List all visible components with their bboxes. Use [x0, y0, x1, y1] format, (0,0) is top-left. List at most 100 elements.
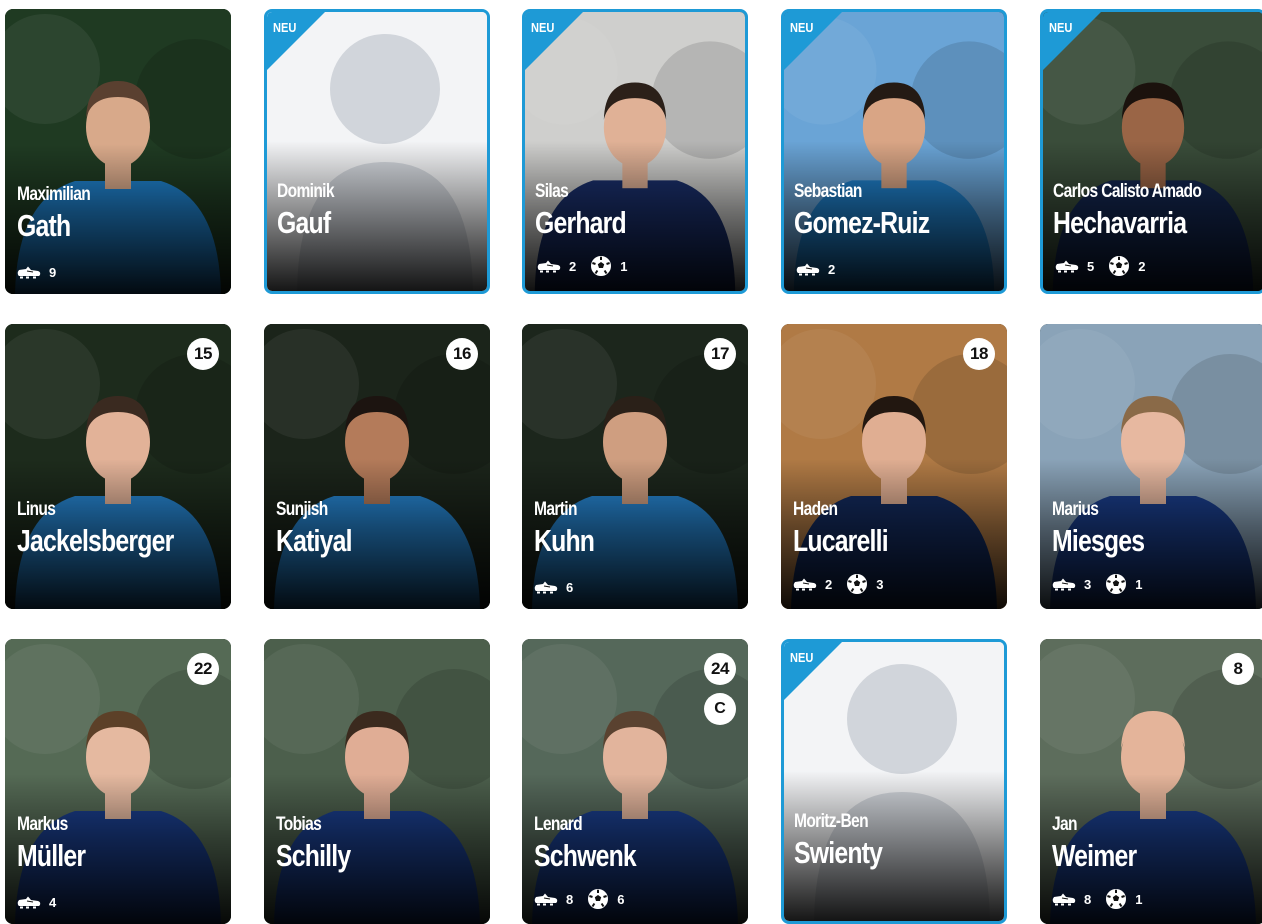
player-last-name: Gerhard: [535, 205, 627, 240]
appearances-stat: 3: [1052, 577, 1091, 592]
jersey-number-badge: 24: [704, 653, 736, 685]
football-boot-icon: [793, 578, 817, 591]
player-card[interactable]: NEU Dominik Gauf: [264, 9, 490, 294]
goals-count: 2: [1138, 258, 1146, 274]
appearances-count: 2: [825, 576, 833, 592]
new-badge-label: NEU: [273, 20, 297, 35]
player-card[interactable]: Maximilian Gath 9: [5, 9, 231, 294]
football-boot-icon: [796, 263, 820, 276]
football-boot-icon: [534, 893, 558, 906]
player-first-name: Dominik: [277, 181, 335, 202]
player-first-name: Sunjish: [276, 499, 328, 520]
player-first-name: Marius: [1052, 499, 1099, 520]
goals-count: 6: [617, 891, 625, 907]
player-card[interactable]: 22 Markus Müller 4: [5, 639, 231, 924]
jersey-number-badge: 8: [1222, 653, 1254, 685]
player-first-name: Martin: [534, 499, 577, 520]
football-boot-icon: [1052, 578, 1076, 591]
appearances-stat: 4: [17, 895, 56, 910]
player-card[interactable]: 24 C Lenard Schwenk 8 6: [522, 639, 748, 924]
captain-badge: C: [704, 693, 736, 725]
player-stats: 23: [793, 573, 897, 595]
player-last-name: Müller: [17, 838, 86, 873]
jersey-number-badge: 16: [446, 338, 478, 370]
goals-stat: 1: [590, 255, 627, 277]
player-first-name: Moritz-Ben: [794, 811, 869, 832]
player-first-name: Carlos Calisto Amado: [1053, 181, 1202, 202]
football-icon: [1105, 888, 1127, 910]
goals-stat: 1: [1105, 888, 1142, 910]
player-last-name: Gauf: [277, 205, 331, 240]
player-last-name: Swienty: [794, 835, 883, 870]
player-last-name: Jackelsberger: [17, 523, 174, 558]
appearances-count: 3: [1084, 576, 1092, 592]
player-stats: 4: [17, 895, 70, 910]
player-last-name: Schwenk: [534, 838, 637, 873]
player-last-name: Gomez-Ruiz: [794, 205, 930, 240]
jersey-number-badge: 18: [963, 338, 995, 370]
player-first-name: Haden: [793, 499, 838, 520]
appearances-stat: 2: [537, 259, 576, 274]
player-card[interactable]: 16 Sunjish Katiyal: [264, 324, 490, 609]
football-boot-icon: [537, 260, 561, 273]
goals-stat: 3: [846, 573, 883, 595]
player-first-name: Jan: [1052, 814, 1078, 835]
player-card[interactable]: 17 Martin Kuhn 6: [522, 324, 748, 609]
new-badge-label: NEU: [531, 20, 555, 35]
appearances-count: 8: [566, 891, 574, 907]
player-last-name: Miesges: [1052, 523, 1145, 558]
player-last-name: Lucarelli: [793, 523, 889, 558]
player-last-name: Hechavarria: [1053, 205, 1187, 240]
goals-count: 3: [876, 576, 884, 592]
player-last-name: Katiyal: [276, 523, 353, 558]
appearances-stat: 8: [1052, 892, 1091, 907]
appearances-count: 6: [566, 580, 574, 595]
player-card[interactable]: 8 Jan Weimer 8 1: [1040, 639, 1262, 924]
player-first-name: Maximilian: [17, 184, 91, 205]
appearances-stat: 8: [534, 892, 573, 907]
player-card[interactable]: 15 Linus Jackelsberger: [5, 324, 231, 609]
new-badge-label: NEU: [790, 650, 814, 665]
player-stats: 31: [1052, 573, 1156, 595]
football-icon: [590, 255, 612, 277]
football-icon: [846, 573, 868, 595]
football-icon: [1108, 255, 1130, 277]
football-boot-icon: [17, 266, 41, 279]
new-badge-label: NEU: [790, 20, 814, 35]
appearances-stat: 5: [1055, 259, 1094, 274]
appearances-count: 8: [1084, 891, 1092, 907]
player-card[interactable]: NEU Sebastian Gomez-Ruiz 2: [781, 9, 1007, 294]
jersey-number-badge: 22: [187, 653, 219, 685]
player-card[interactable]: 18 Haden Lucarelli 2 3: [781, 324, 1007, 609]
player-last-name: Weimer: [1052, 838, 1137, 873]
player-stats: 21: [537, 255, 641, 277]
goals-stat: 6: [587, 888, 624, 910]
player-first-name: Lenard: [534, 814, 583, 835]
player-card[interactable]: NEU Moritz-Ben Swienty: [781, 639, 1007, 924]
football-icon: [1105, 573, 1127, 595]
player-first-name: Sebastian: [794, 181, 862, 202]
jersey-number-badge: 15: [187, 338, 219, 370]
player-card[interactable]: NEU Silas Gerhard 2 1: [522, 9, 748, 294]
player-first-name: Markus: [17, 814, 68, 835]
player-stats: 52: [1055, 255, 1159, 277]
player-first-name: Tobias: [276, 814, 322, 835]
player-card[interactable]: Marius Miesges 3 1: [1040, 324, 1262, 609]
player-stats: 6: [534, 580, 587, 595]
appearances-count: 2: [569, 258, 577, 274]
player-last-name: Gath: [17, 208, 71, 243]
jersey-number-badge: 17: [704, 338, 736, 370]
player-stats: 9: [17, 265, 70, 280]
player-stats: 81: [1052, 888, 1156, 910]
player-card[interactable]: Tobias Schilly: [264, 639, 490, 924]
player-first-name: Linus: [17, 499, 56, 520]
new-badge-label: NEU: [1049, 20, 1073, 35]
goals-count: 1: [620, 258, 628, 274]
football-icon: [587, 888, 609, 910]
player-card[interactable]: NEU Carlos Calisto Amado Hechavarria 5 2: [1040, 9, 1262, 294]
goals-stat: 1: [1105, 573, 1142, 595]
appearances-stat: 9: [17, 265, 56, 280]
appearances-stat: 2: [796, 262, 835, 277]
goals-count: 1: [1135, 576, 1143, 592]
appearances-stat: 2: [793, 577, 832, 592]
